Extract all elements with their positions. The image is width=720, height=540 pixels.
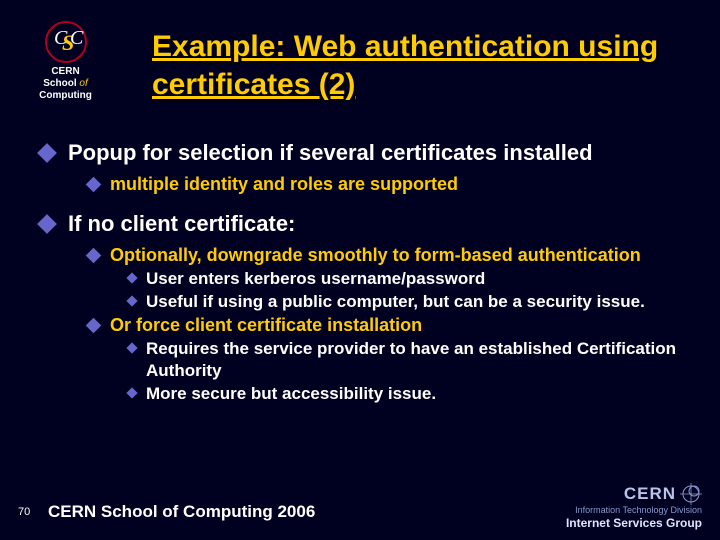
diamond-icon xyxy=(86,318,102,334)
footer-text: CERN School of Computing 2006 xyxy=(48,502,315,522)
cern-ring-icon xyxy=(680,483,702,505)
slide-content: Popup for selection if several certifica… xyxy=(40,140,690,421)
diamond-icon xyxy=(126,295,137,306)
diamond-icon xyxy=(37,143,57,163)
bullet-popup: Popup for selection if several certifica… xyxy=(40,140,690,195)
bullet-text: Requires the service provider to have an… xyxy=(146,339,676,380)
logo-label: CERN School of Computing xyxy=(18,66,113,102)
csc-logo-icon: C S C xyxy=(44,20,88,64)
diamond-icon xyxy=(86,177,102,193)
logo-line2b: Computing xyxy=(39,90,92,101)
bullet-text: User enters kerberos username/password xyxy=(146,269,485,288)
bullet-text: multiple identity and roles are supporte… xyxy=(110,174,458,194)
subsub-kerberos: User enters kerberos username/password xyxy=(128,268,690,290)
logo-of: of xyxy=(79,78,87,89)
subsub-requires-ca: Requires the service provider to have an… xyxy=(128,338,690,382)
cern-division: Information Technology Division xyxy=(566,505,702,515)
cern-group: Internet Services Group xyxy=(566,516,702,530)
subbullet-force-install: Or force client certificate installation… xyxy=(88,315,690,405)
svg-text:C: C xyxy=(70,27,84,49)
diamond-icon xyxy=(37,214,57,234)
subsub-more-secure: More secure but accessibility issue. xyxy=(128,383,690,405)
slide: C S C CERN School of Computing Example: … xyxy=(0,0,720,540)
slide-title: Example: Web authentication using certif… xyxy=(152,28,690,104)
subbullet-downgrade: Optionally, downgrade smoothly to form-b… xyxy=(88,245,690,313)
diamond-icon xyxy=(126,342,137,353)
footer-right: CERN Information Technology Division Int… xyxy=(566,483,702,530)
diamond-icon xyxy=(126,387,137,398)
cern-word: CERN xyxy=(624,484,676,504)
subsub-public-computer: Useful if using a public computer, but c… xyxy=(128,291,690,313)
page-number: 70 xyxy=(18,506,30,518)
bullet-text: Useful if using a public computer, but c… xyxy=(146,292,645,311)
logo-line1: CERN xyxy=(51,66,79,77)
bullet-text: Or force client certificate installation xyxy=(110,315,422,335)
subbullet-multiple-identity: multiple identity and roles are supporte… xyxy=(88,174,690,195)
logo-line2a: School xyxy=(43,78,76,89)
bullet-no-cert: If no client certificate: Optionally, do… xyxy=(40,211,690,405)
bullet-text: If no client certificate: xyxy=(68,211,295,236)
bullet-text: Optionally, downgrade smoothly to form-b… xyxy=(110,245,641,265)
bullet-text: Popup for selection if several certifica… xyxy=(68,140,593,165)
bullet-text: More secure but accessibility issue. xyxy=(146,384,436,403)
diamond-icon xyxy=(86,248,102,264)
csc-logo: C S C CERN School of Computing xyxy=(18,20,113,102)
diamond-icon xyxy=(126,272,137,283)
